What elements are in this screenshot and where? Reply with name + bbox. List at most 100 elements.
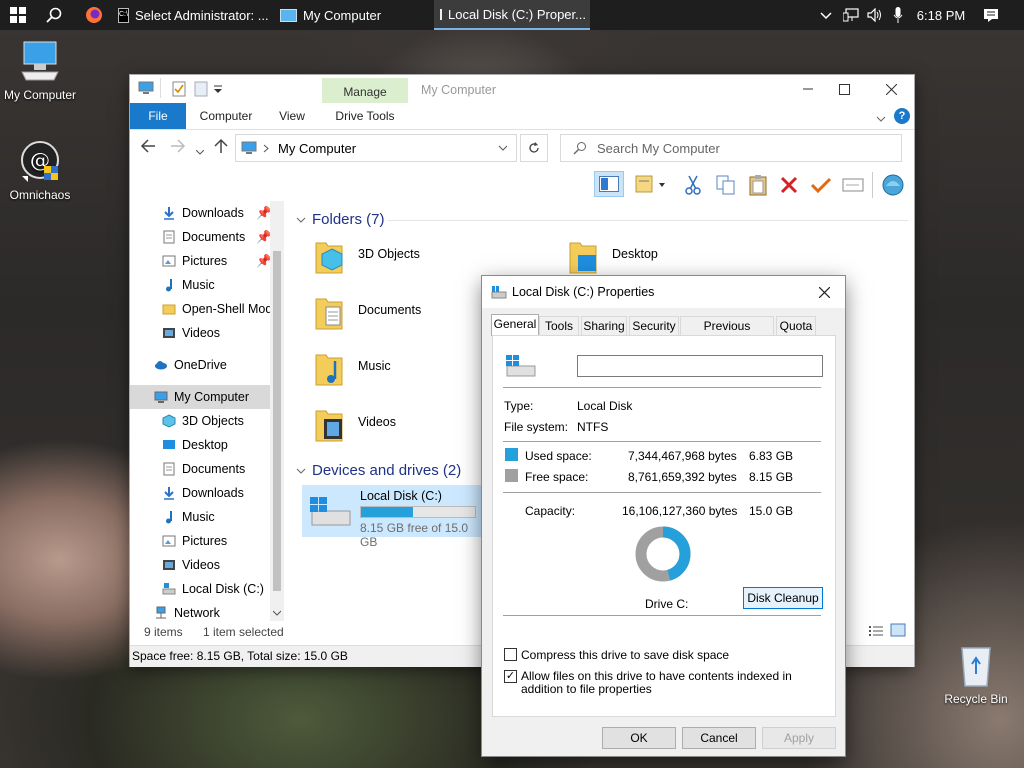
nav-scrollbar[interactable]	[270, 201, 284, 621]
folders-group-header[interactable]: Folders (7)	[296, 211, 385, 228]
cube-icon	[162, 414, 176, 428]
drive-local-disk-c[interactable]: Local Disk (C:) 8.15 GB free of 15.0 GB	[302, 485, 482, 549]
cancel-button[interactable]: Cancel	[682, 727, 756, 749]
network-icon	[156, 606, 166, 619]
nav-scrollbar-thumb[interactable]	[273, 251, 281, 591]
delete-button[interactable]	[780, 176, 798, 197]
free-space-swatch	[505, 469, 518, 482]
nav-item-videos[interactable]: Videos	[130, 553, 276, 577]
nav-item-my-computer[interactable]: My Computer	[130, 385, 270, 409]
tab-sharing[interactable]: Sharing	[581, 316, 627, 335]
nav-item-3d-objects[interactable]: 3D Objects	[130, 409, 276, 433]
nav-item-open-shell[interactable]: Open-Shell Mod	[130, 297, 276, 321]
select-button[interactable]	[842, 178, 864, 195]
ribbon-expand-button[interactable]	[876, 111, 886, 125]
tray-overflow-button[interactable]	[816, 0, 836, 30]
index-checkbox[interactable]: ✓	[504, 670, 517, 683]
toolbar-separator	[872, 172, 873, 198]
properties-dialog: Local Disk (C:) Properties General Tools…	[482, 276, 845, 756]
tab-view[interactable]: View	[270, 103, 314, 129]
desktop-icon-my-computer[interactable]: My Computer	[0, 40, 80, 102]
microphone-tray-button[interactable]	[888, 0, 908, 30]
network-tray-button[interactable]	[840, 0, 862, 30]
nav-item-local-disk[interactable]: Local Disk (C:)	[130, 577, 276, 601]
details-view-button[interactable]	[868, 624, 884, 641]
disk-cleanup-button[interactable]: Disk Cleanup	[743, 587, 823, 609]
customize-qat-icon[interactable]	[214, 83, 222, 97]
nav-item-quick-documents[interactable]: Documents 📌	[130, 225, 276, 249]
nav-item-downloads[interactable]: Downloads	[130, 481, 276, 505]
nav-item-onedrive[interactable]: OneDrive	[130, 353, 276, 377]
taskbar-button-properties[interactable]: Local Disk (C:) Proper...	[434, 0, 590, 30]
forward-button[interactable]	[170, 139, 186, 156]
qat-computer-icon[interactable]	[138, 81, 154, 98]
ok-button[interactable]: OK	[602, 727, 676, 749]
maximize-button[interactable]	[826, 75, 862, 103]
tab-file[interactable]: File	[130, 103, 186, 129]
action-center-button[interactable]	[978, 0, 1004, 30]
paste-button[interactable]	[748, 174, 768, 199]
search-taskbar-button[interactable]	[36, 0, 72, 30]
separator	[503, 615, 821, 616]
taskbar-button-admin[interactable]: C:\ Select Administrator: ...	[112, 0, 270, 30]
copy-button[interactable]	[716, 175, 736, 198]
folder-desktop[interactable]: Desktop	[568, 241, 658, 275]
document-icon	[163, 462, 175, 476]
tab-security[interactable]: Security	[629, 316, 679, 335]
properties-toolbar-button[interactable]	[635, 175, 665, 196]
open-shell-button[interactable]	[882, 174, 904, 199]
folder-3d-objects[interactable]: 3D Objects	[314, 241, 420, 275]
tab-previous-versions[interactable]: Previous Versions	[680, 316, 774, 352]
close-button[interactable]	[872, 75, 910, 103]
desktop-icon-recycle-bin[interactable]: Recycle Bin	[936, 644, 1016, 706]
search-box[interactable]: Search My Computer	[560, 134, 902, 162]
start-button[interactable]	[0, 0, 36, 30]
nav-item-quick-pictures[interactable]: Pictures 📌	[130, 249, 276, 273]
folder-documents[interactable]: Documents	[314, 297, 421, 331]
computer-icon	[280, 8, 297, 22]
tab-drive-tools[interactable]: Drive Tools	[322, 103, 408, 129]
volume-tray-button[interactable]	[864, 0, 886, 30]
nav-item-quick-music[interactable]: Music	[130, 273, 276, 297]
minimize-button[interactable]	[790, 75, 826, 103]
nav-item-documents[interactable]: Documents	[130, 457, 276, 481]
properties-icon[interactable]	[172, 81, 186, 100]
nav-item-network[interactable]: Network	[130, 601, 276, 621]
compress-checkbox[interactable]	[504, 648, 517, 661]
tab-quota[interactable]: Quota	[776, 316, 816, 335]
tab-general[interactable]: General	[491, 314, 539, 336]
nav-item-music[interactable]: Music	[130, 505, 276, 529]
nav-item-quick-videos[interactable]: Videos	[130, 321, 276, 345]
recent-locations-button[interactable]	[195, 144, 205, 158]
chevron-down-icon[interactable]	[498, 145, 508, 151]
help-icon[interactable]: ?	[894, 108, 910, 124]
address-bar[interactable]: My Computer	[235, 134, 517, 162]
new-folder-icon[interactable]	[194, 81, 208, 100]
drive-label-input[interactable]	[577, 355, 823, 377]
cut-button[interactable]	[684, 175, 702, 198]
drive-usage-bar	[360, 506, 476, 518]
dialog-close-button[interactable]	[810, 280, 838, 304]
tiles-view-button[interactable]	[890, 623, 906, 640]
up-button[interactable]	[214, 138, 228, 157]
back-button[interactable]	[140, 139, 156, 156]
manage-context-tab[interactable]: Manage	[322, 78, 408, 106]
scroll-down-icon[interactable]	[272, 605, 282, 619]
refresh-button[interactable]	[520, 134, 548, 162]
tab-computer[interactable]: Computer	[192, 103, 260, 129]
firefox-taskbar-button[interactable]	[76, 0, 112, 30]
rename-button[interactable]	[810, 176, 832, 197]
folder-music[interactable]: Music	[314, 353, 391, 387]
nav-item-quick-downloads[interactable]: Downloads 📌	[130, 201, 276, 225]
nav-item-desktop[interactable]: Desktop	[130, 433, 276, 457]
nav-item-pictures[interactable]: Pictures	[130, 529, 276, 553]
desktop-icon-omnichaos[interactable]: @ Omnichaos	[0, 140, 80, 202]
document-icon	[163, 230, 175, 244]
folder-videos[interactable]: Videos	[314, 409, 396, 443]
tab-tools[interactable]: Tools	[539, 316, 579, 335]
taskbar-button-my-computer[interactable]: My Computer	[274, 0, 430, 30]
clock[interactable]: 6:18 PM	[910, 0, 972, 30]
apply-button[interactable]: Apply	[762, 727, 836, 749]
devices-group-header[interactable]: Devices and drives (2)	[296, 462, 461, 479]
preview-pane-button[interactable]	[594, 171, 624, 197]
